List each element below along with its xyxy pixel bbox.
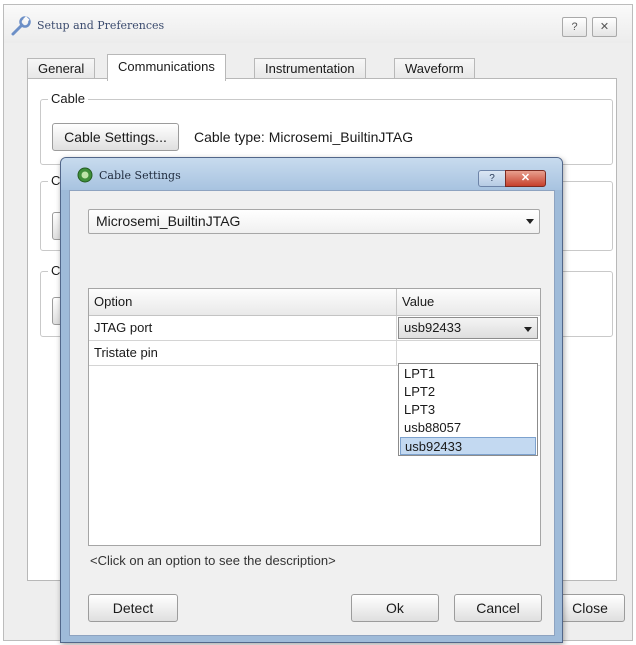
window-help-button[interactable]: ? bbox=[562, 17, 587, 37]
jtag-port-select-value: usb92433 bbox=[404, 320, 462, 335]
wrench-icon bbox=[10, 15, 32, 37]
dropdown-option-lpt1[interactable]: LPT1 bbox=[400, 365, 536, 383]
jtag-port-dropdown: LPT1 LPT2 LPT3 usb88057 usb92433 bbox=[398, 363, 538, 456]
tab-waveform[interactable]: Waveform bbox=[394, 58, 475, 80]
dialog-close-button[interactable]: ✕ bbox=[505, 170, 546, 187]
window-title: Setup and Preferences bbox=[37, 19, 165, 32]
dropdown-option-usb88057[interactable]: usb88057 bbox=[400, 419, 536, 437]
option-description-hint: <Click on an option to see the descripti… bbox=[90, 553, 336, 568]
dialog-title: Cable Settings bbox=[99, 169, 181, 182]
dialog-body: Microsemi_BuiltinJTAG Option Value JTAG … bbox=[69, 190, 555, 636]
chevron-down-icon bbox=[526, 219, 534, 224]
table-row[interactable]: JTAG port usb92433 bbox=[89, 316, 540, 341]
chevron-down-icon bbox=[524, 327, 532, 332]
window-close-button[interactable]: ✕ bbox=[592, 17, 617, 37]
cable-settings-dialog: Cable Settings ? ✕ Microsemi_BuiltinJTAG… bbox=[60, 157, 563, 643]
jtag-port-select[interactable]: usb92433 bbox=[398, 317, 538, 339]
column-divider bbox=[396, 316, 397, 366]
tab-general[interactable]: General bbox=[27, 58, 96, 80]
column-header-value[interactable]: Value bbox=[397, 289, 540, 316]
dropdown-option-usb92433[interactable]: usb92433 bbox=[400, 437, 536, 455]
tab-instrumentation[interactable]: Instrumentation bbox=[254, 58, 366, 80]
option-cell: JTAG port bbox=[94, 320, 153, 335]
cable-type-text: Cable type: Microsemi_BuiltinJTAG bbox=[194, 129, 414, 145]
cable-settings-button[interactable]: Cable Settings... bbox=[52, 123, 179, 151]
dropdown-option-lpt3[interactable]: LPT3 bbox=[400, 401, 536, 419]
tab-communications[interactable]: Communications bbox=[107, 54, 226, 81]
dialog-title-bar[interactable]: Cable Settings ? ✕ bbox=[61, 158, 562, 190]
options-table: Option Value JTAG port usb92433 Tristate… bbox=[88, 288, 541, 546]
window-title-bar[interactable]: Setup and Preferences ? ✕ bbox=[4, 5, 632, 43]
detect-button[interactable]: Detect bbox=[88, 594, 178, 622]
option-cell: Tristate pin bbox=[94, 345, 158, 360]
cable-type-select[interactable]: Microsemi_BuiltinJTAG bbox=[88, 209, 540, 234]
cable-type-select-value: Microsemi_BuiltinJTAG bbox=[96, 213, 241, 229]
cable-app-icon bbox=[77, 167, 93, 183]
cable-group-label: Cable bbox=[48, 91, 88, 106]
cable-group: Cable Cable Settings... Cable type: Micr… bbox=[40, 91, 613, 165]
close-button[interactable]: Close bbox=[555, 594, 625, 622]
cancel-button[interactable]: Cancel bbox=[454, 594, 542, 622]
ok-button[interactable]: Ok bbox=[351, 594, 439, 622]
column-header-option[interactable]: Option bbox=[89, 289, 397, 316]
dialog-help-button[interactable]: ? bbox=[478, 170, 506, 187]
dropdown-option-lpt2[interactable]: LPT2 bbox=[400, 383, 536, 401]
